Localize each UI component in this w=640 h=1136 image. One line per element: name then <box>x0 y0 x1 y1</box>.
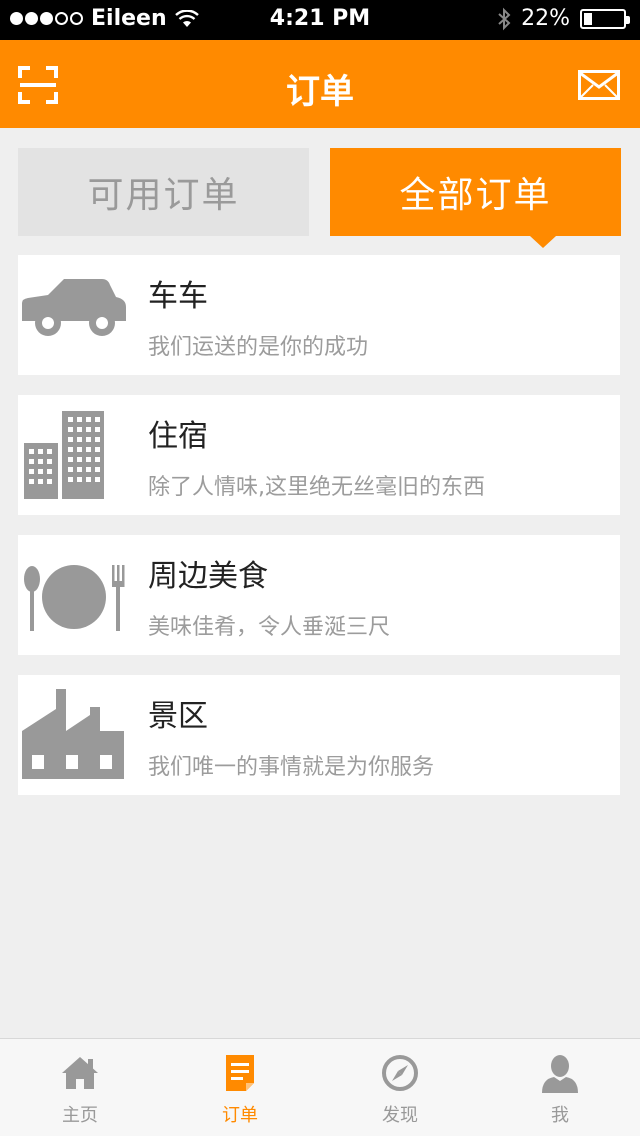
tab-orders[interactable]: 订单 <box>160 1039 320 1136</box>
list-item-lodging[interactable]: 住宿 除了人情味,这里绝无丝毫旧的东西 <box>18 395 620 515</box>
mail-icon[interactable] <box>578 70 620 100</box>
tab-label: 我 <box>551 1105 569 1126</box>
tab-label: 主页 <box>62 1105 98 1126</box>
page-title: 订单 <box>286 72 354 112</box>
item-subtitle: 除了人情味,这里绝无丝毫旧的东西 <box>148 475 485 500</box>
tab-discover[interactable]: 发现 <box>320 1039 480 1136</box>
home-icon <box>62 1057 98 1089</box>
compass-icon <box>382 1055 418 1091</box>
tab-available-orders[interactable]: 可用订单 <box>18 148 309 236</box>
tab-home[interactable]: 主页 <box>0 1039 160 1136</box>
factory-icon <box>22 689 124 779</box>
orders-icon <box>226 1055 254 1091</box>
item-title: 周边美食 <box>148 559 268 594</box>
item-subtitle: 我们运送的是你的成功 <box>148 335 369 360</box>
status-right: 22% <box>497 6 630 31</box>
status-bar: Eileen 4:21 PM 22% <box>0 0 640 40</box>
item-subtitle: 美味佳肴，令人垂涎三尺 <box>148 615 391 640</box>
item-title: 住宿 <box>148 419 208 454</box>
tab-me[interactable]: 我 <box>480 1039 640 1136</box>
user-icon <box>542 1055 578 1093</box>
tab-label: 发现 <box>382 1105 418 1126</box>
tab-label: 订单 <box>222 1105 258 1126</box>
item-subtitle: 我们唯一的事情就是为你服务 <box>148 755 435 780</box>
list-item-car[interactable]: 车车 我们运送的是你的成功 <box>18 255 620 375</box>
item-title: 车车 <box>148 279 208 314</box>
building-icon <box>24 411 104 499</box>
nav-bar: 订单 <box>0 40 640 128</box>
order-tabs: 可用订单 全部订单 <box>18 148 621 236</box>
item-title: 景区 <box>148 699 208 734</box>
list-item-scenic[interactable]: 景区 我们唯一的事情就是为你服务 <box>18 675 620 795</box>
bluetooth-icon <box>498 7 511 30</box>
dining-icon <box>24 565 125 631</box>
list-item-food[interactable]: 周边美食 美味佳肴，令人垂涎三尺 <box>18 535 620 655</box>
bottom-tab-bar: 主页 订单 发现 我 <box>0 1038 640 1136</box>
tab-all-orders[interactable]: 全部订单 <box>330 148 621 236</box>
car-icon <box>22 279 126 336</box>
battery-percent: 22% <box>521 6 570 31</box>
battery-icon <box>580 8 630 29</box>
active-tab-pointer <box>530 236 556 248</box>
